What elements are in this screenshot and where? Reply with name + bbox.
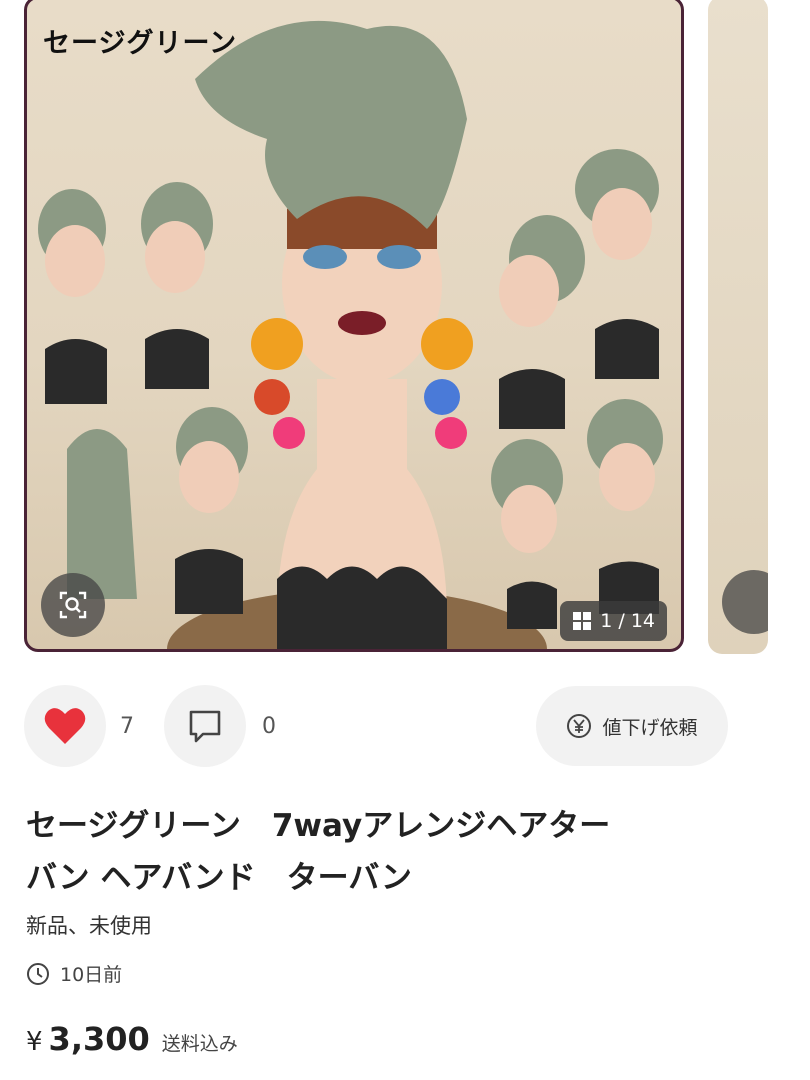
zoom-icon: [59, 591, 87, 619]
price-value: 3,300: [48, 1020, 150, 1058]
action-bar: 7 0 値下げ依頼: [0, 684, 810, 768]
image-carousel[interactable]: セージグリーン 1 / 14: [0, 0, 810, 660]
comment-count: 0: [262, 714, 276, 739]
mannequin-illustration: [38, 20, 663, 649]
posted-time: 10日前: [26, 960, 122, 987]
clock-icon: [27, 962, 49, 985]
item-title-line2: バン ヘアバンド ターバン: [26, 860, 412, 896]
image-overlay-title: セージグリーン: [43, 28, 238, 59]
price-row: ¥ 3,300 送料込み: [26, 1020, 238, 1058]
item-title-line1: セージグリーン 7wayアレンジヘアター: [26, 808, 611, 844]
posted-time-text: 10日前: [60, 964, 123, 986]
image-counter-text: 1 / 14: [600, 610, 655, 632]
image-counter: 1 / 14: [560, 601, 667, 641]
yen-circle-icon: [567, 714, 592, 738]
item-title: セージグリーン 7wayアレンジヘアター バン ヘアバンド ターバン: [26, 800, 726, 904]
heart-icon: [44, 708, 86, 744]
zoom-button[interactable]: [41, 573, 105, 637]
comment-button[interactable]: [164, 685, 246, 767]
price-request-button[interactable]: 値下げ依頼: [536, 686, 728, 766]
comment-icon: [189, 710, 221, 743]
shipping-label: 送料込み: [161, 1033, 238, 1055]
currency-symbol: ¥: [26, 1027, 43, 1057]
next-zoom-button[interactable]: [722, 570, 768, 634]
product-image[interactable]: セージグリーン 1 / 14: [24, 0, 684, 652]
grid-icon: [573, 612, 592, 630]
price-request-label: 値下げ依頼: [602, 716, 698, 739]
next-product-image[interactable]: [708, 0, 768, 654]
like-count: 7: [120, 714, 134, 739]
item-condition: 新品、未使用: [26, 914, 152, 938]
like-button[interactable]: [24, 685, 106, 767]
